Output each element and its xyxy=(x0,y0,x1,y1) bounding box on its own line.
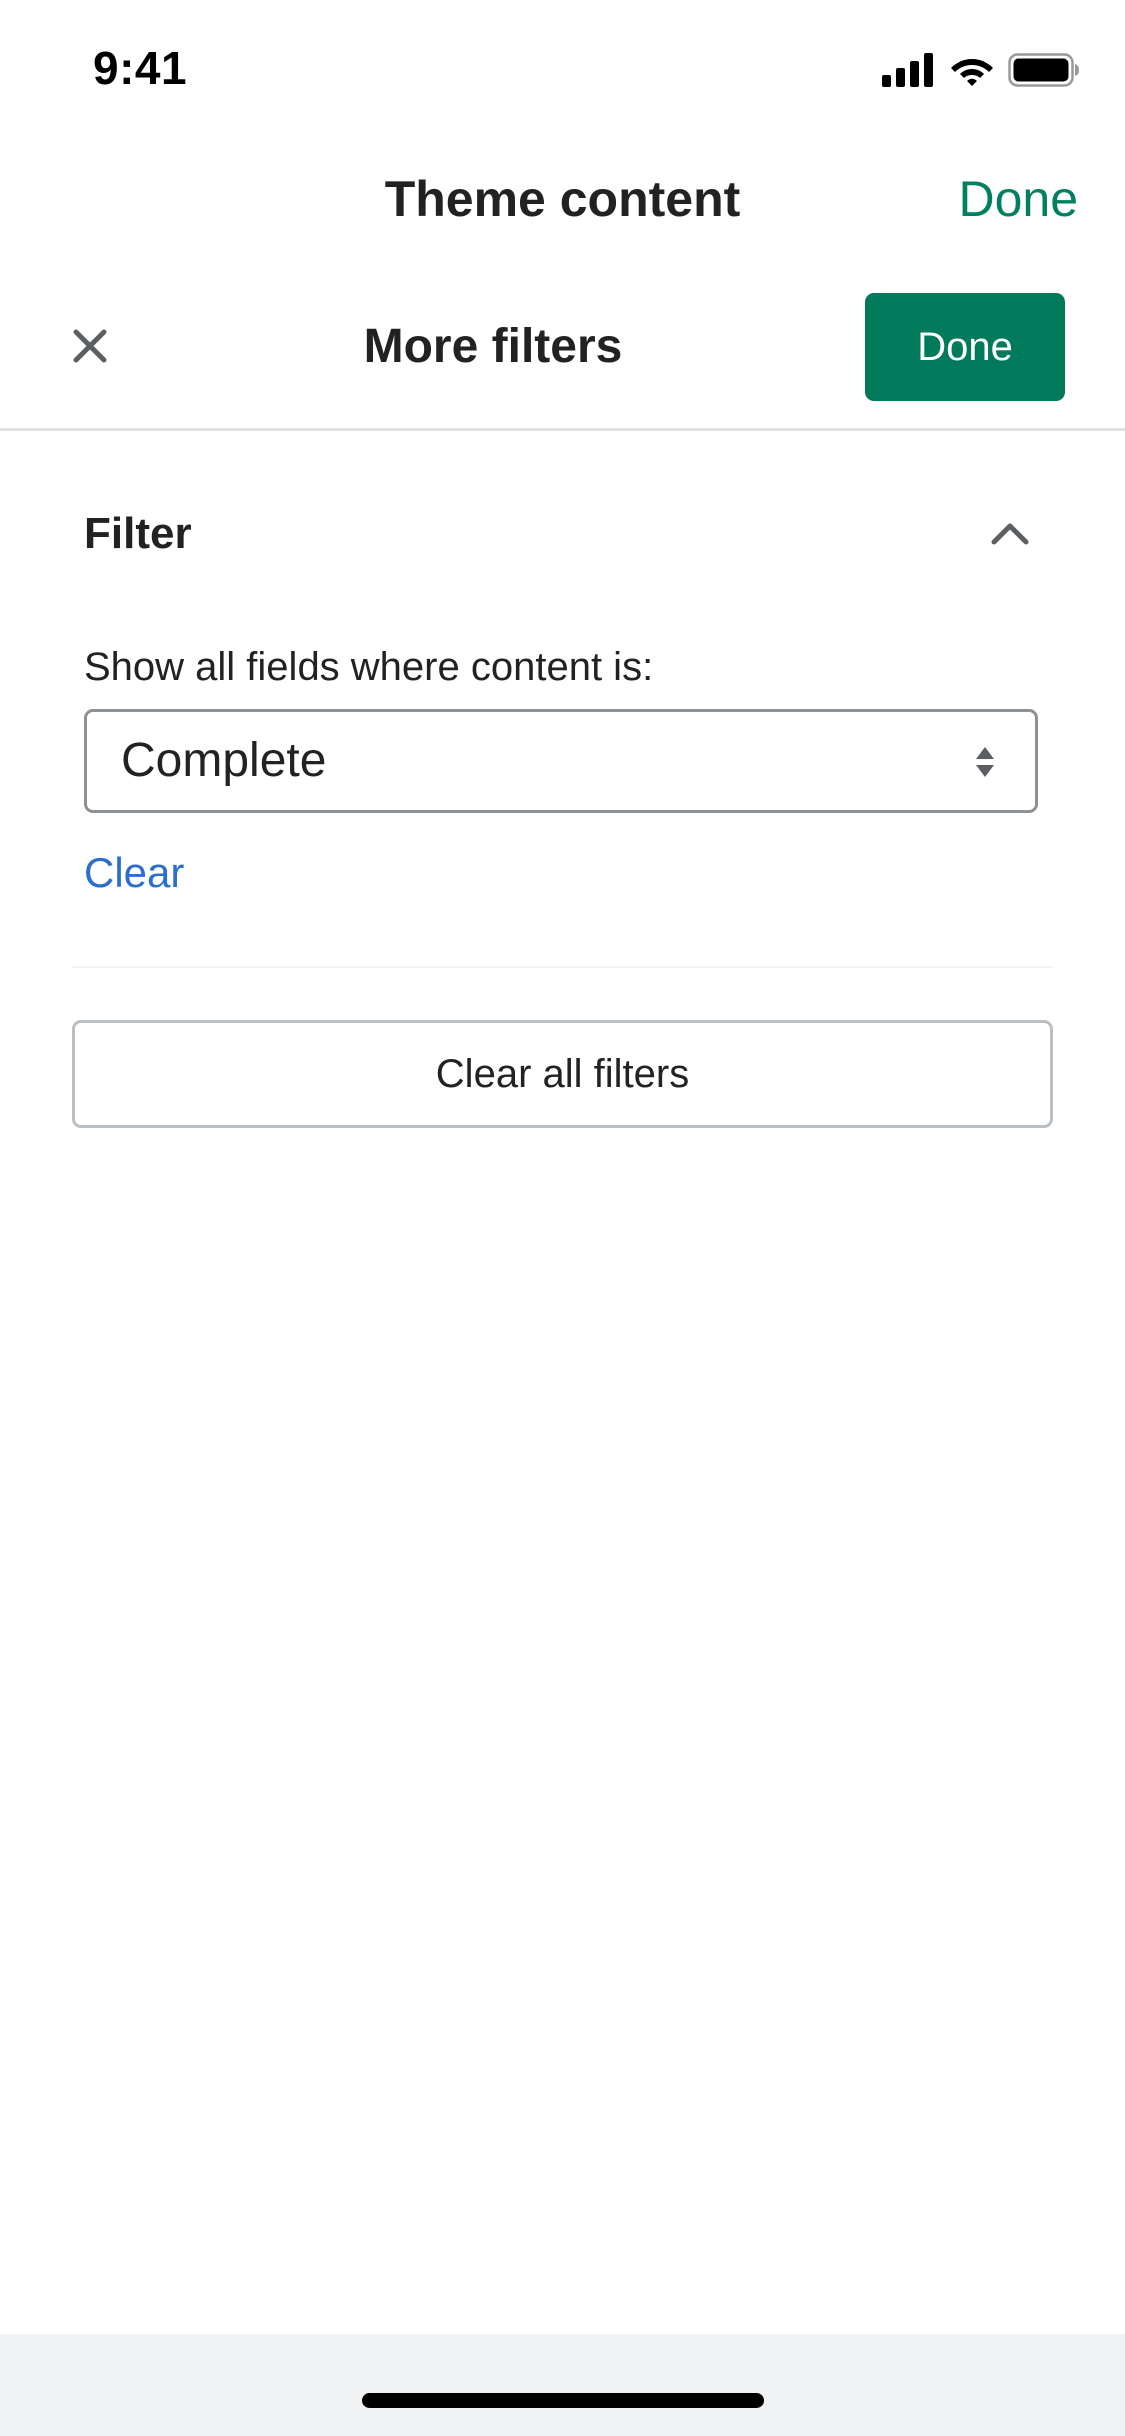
chevron-up-icon xyxy=(991,523,1029,545)
section-divider xyxy=(72,966,1053,968)
nav-done-button[interactable]: Done xyxy=(958,166,1078,232)
clear-filter-link[interactable]: Clear xyxy=(84,846,184,900)
clear-all-filters-button[interactable]: Clear all filters xyxy=(72,1020,1053,1128)
content-status-select[interactable]: Complete xyxy=(84,709,1038,813)
status-time: 9:41 xyxy=(93,42,188,94)
wifi-icon xyxy=(951,59,993,86)
home-indicator[interactable] xyxy=(362,2393,764,2408)
battery-icon xyxy=(1008,53,1079,87)
status-icons xyxy=(882,50,1080,90)
select-arrows-icon xyxy=(976,747,994,777)
select-value: Complete xyxy=(121,734,327,787)
modal-title: More filters xyxy=(363,320,623,373)
done-button[interactable]: Done xyxy=(865,293,1065,401)
filter-field-label: Show all fields where content is: xyxy=(84,645,654,689)
header-divider xyxy=(0,428,1125,431)
close-button[interactable] xyxy=(62,318,118,374)
nav-title: Theme content xyxy=(384,171,741,227)
home-indicator-area xyxy=(0,2334,1125,2436)
filter-section-title: Filter xyxy=(84,509,192,558)
collapse-filter-button[interactable] xyxy=(985,508,1035,558)
cellular-signal-icon xyxy=(882,53,933,87)
close-icon xyxy=(73,329,107,363)
